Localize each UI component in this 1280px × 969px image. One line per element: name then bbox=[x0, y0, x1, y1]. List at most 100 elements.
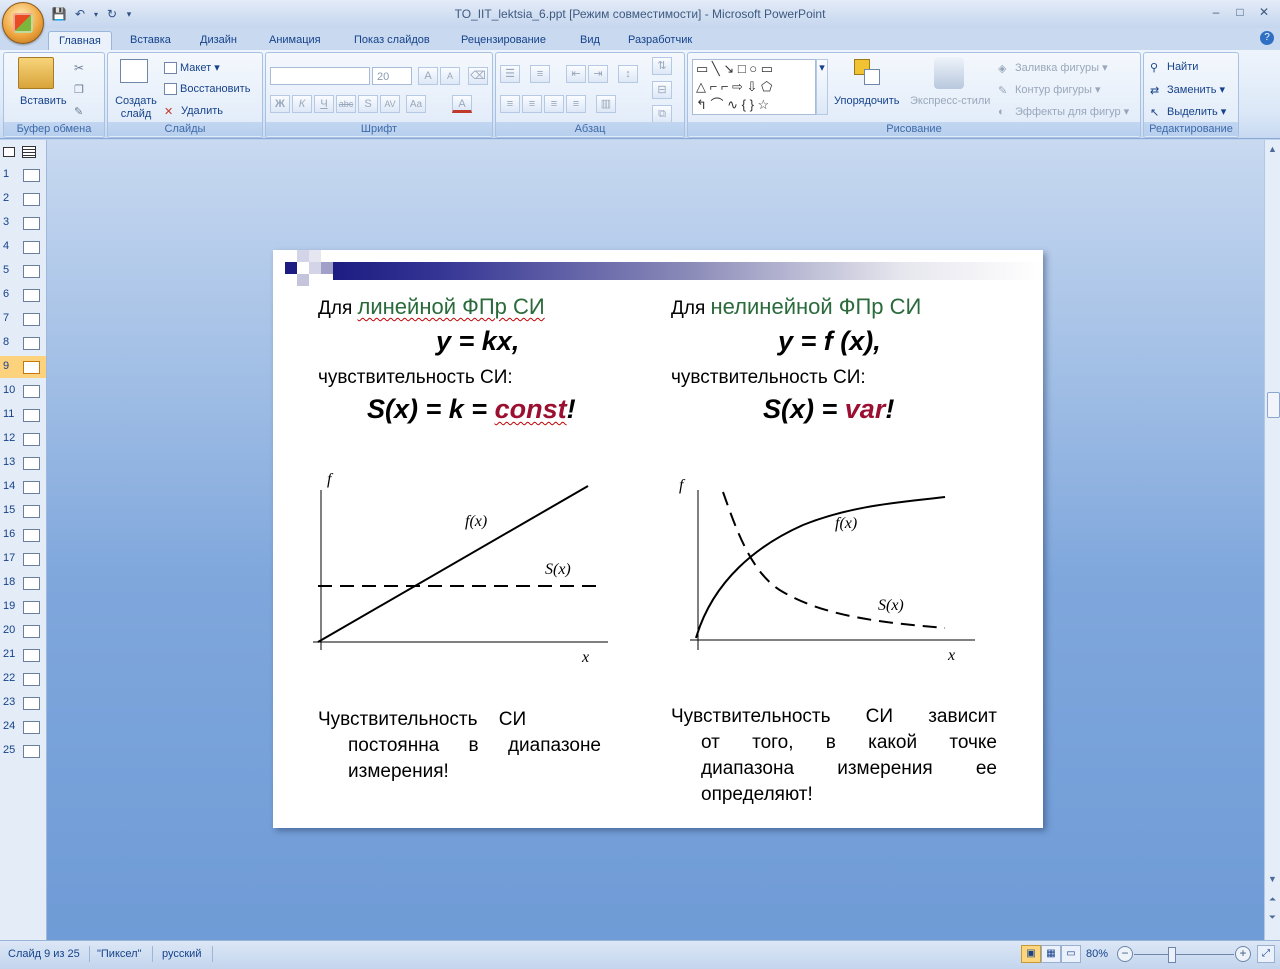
theme-name[interactable]: "Пиксел" bbox=[97, 948, 141, 960]
fit-to-window-icon[interactable]: ⤢ bbox=[1257, 945, 1275, 963]
tab-slideshow[interactable]: Показ слайдов bbox=[344, 31, 440, 50]
slideshow-view-icon[interactable]: ▭ bbox=[1061, 945, 1081, 963]
scroll-thumb[interactable] bbox=[1267, 392, 1280, 418]
slide-thumbnail[interactable]: 23 bbox=[0, 692, 46, 714]
slide-thumbnail[interactable]: 13 bbox=[0, 452, 46, 474]
slide-thumbnail[interactable]: 16 bbox=[0, 524, 46, 546]
quick-styles-icon[interactable] bbox=[934, 57, 964, 89]
find-button[interactable]: ⚲ Найти bbox=[1150, 61, 1198, 74]
close-button[interactable]: ✕ bbox=[1254, 3, 1274, 21]
slide-thumbnail[interactable]: 25 bbox=[0, 740, 46, 762]
font-color-icon[interactable]: A bbox=[452, 95, 472, 113]
maximize-button[interactable]: □ bbox=[1230, 3, 1250, 21]
paste-icon[interactable] bbox=[18, 57, 54, 89]
slide-thumbnail[interactable]: 5 bbox=[0, 260, 46, 282]
shrink-font-icon[interactable]: A bbox=[440, 67, 460, 85]
language[interactable]: русский bbox=[162, 948, 201, 960]
zoom-slider-track[interactable] bbox=[1134, 954, 1234, 955]
delete-slide-button[interactable]: ✕ Удалить bbox=[164, 105, 223, 118]
align-left-icon[interactable]: ≡ bbox=[500, 95, 520, 113]
normal-view-icon[interactable]: ▣ bbox=[1021, 945, 1041, 963]
replace-button[interactable]: ⇄ Заменить ▾ bbox=[1150, 83, 1225, 97]
tab-design[interactable]: Дизайн bbox=[190, 31, 247, 50]
layout-button[interactable]: Макет ▾ bbox=[164, 61, 220, 75]
slide-thumbnail[interactable]: 6 bbox=[0, 284, 46, 306]
slide-thumbnail[interactable]: 11 bbox=[0, 404, 46, 426]
line-spacing-icon[interactable]: ↕ bbox=[618, 65, 638, 83]
select-button[interactable]: ↖ Выделить ▾ bbox=[1150, 105, 1226, 119]
paste-button[interactable]: Вставить bbox=[20, 95, 67, 107]
align-right-icon[interactable]: ≡ bbox=[544, 95, 564, 113]
align-center-icon[interactable]: ≡ bbox=[522, 95, 542, 113]
next-slide-icon[interactable]: ⏷ bbox=[1267, 912, 1278, 924]
strikethrough-icon[interactable]: abc bbox=[336, 95, 356, 113]
new-slide-button[interactable]: Создать слайд bbox=[114, 95, 158, 121]
slide-thumbnail[interactable]: 3 bbox=[0, 212, 46, 234]
font-size-combo[interactable]: 20 bbox=[372, 67, 412, 85]
slides-tab-icon[interactable] bbox=[3, 147, 15, 157]
slide-thumbnail[interactable]: 7 bbox=[0, 308, 46, 330]
tab-review[interactable]: Рецензирование bbox=[451, 31, 556, 50]
arrange-icon[interactable] bbox=[852, 57, 884, 89]
shape-outline-button[interactable]: ✎ Контур фигуры ▾ bbox=[998, 83, 1101, 97]
columns-icon[interactable]: ▥ bbox=[596, 95, 616, 113]
shapes-more-icon[interactable]: ▾ bbox=[816, 59, 828, 115]
slide-thumbnail[interactable]: 8 bbox=[0, 332, 46, 354]
vertical-scrollbar[interactable]: ▲ ▼ ⏶ ⏷ bbox=[1264, 140, 1280, 940]
slide-thumbnail[interactable]: 18 bbox=[0, 572, 46, 594]
slide-thumbnail[interactable]: 4 bbox=[0, 236, 46, 258]
tab-view[interactable]: Вид bbox=[570, 31, 610, 50]
tab-home[interactable]: Главная bbox=[48, 31, 112, 51]
slide-thumbnail[interactable]: 2 bbox=[0, 188, 46, 210]
slide-thumbnail[interactable]: 20 bbox=[0, 620, 46, 642]
copy-icon[interactable]: ❐ bbox=[74, 83, 84, 96]
grow-font-icon[interactable]: A bbox=[418, 67, 438, 85]
slide-thumbnail[interactable]: 14 bbox=[0, 476, 46, 498]
underline-icon[interactable]: Ч bbox=[314, 95, 334, 113]
cut-icon[interactable]: ✂ bbox=[74, 61, 84, 75]
zoom-level[interactable]: 80% bbox=[1086, 948, 1108, 960]
slide-thumbnail[interactable]: 9 bbox=[0, 356, 46, 378]
slide-thumbnail[interactable]: 21 bbox=[0, 644, 46, 666]
slide-thumbnail[interactable]: 24 bbox=[0, 716, 46, 738]
text-direction-icon[interactable]: ⇅ bbox=[652, 57, 672, 75]
slide-thumbnail[interactable]: 19 bbox=[0, 596, 46, 618]
italic-icon[interactable]: К bbox=[292, 95, 312, 113]
shape-effects-button[interactable]: ◐ Эффекты для фигур ▾ bbox=[998, 105, 1129, 118]
prev-slide-icon[interactable]: ⏶ bbox=[1267, 894, 1278, 906]
spacing-icon[interactable]: AV bbox=[380, 95, 400, 113]
outline-tab-icon[interactable] bbox=[22, 146, 36, 158]
align-text-icon[interactable]: ⊟ bbox=[652, 81, 672, 99]
bullets-icon[interactable]: ☰ bbox=[500, 65, 520, 83]
slide-thumbnail[interactable]: 15 bbox=[0, 500, 46, 522]
shape-fill-button[interactable]: ◈ Заливка фигуры ▾ bbox=[998, 61, 1108, 75]
justify-icon[interactable]: ≡ bbox=[566, 95, 586, 113]
bold-icon[interactable]: Ж bbox=[270, 95, 290, 113]
slide-thumbnail[interactable]: 1 bbox=[0, 164, 46, 186]
slide-canvas[interactable]: Для линейной ФПр СИ y = kx, чувствительн… bbox=[273, 250, 1043, 828]
slide-thumbnail[interactable]: 17 bbox=[0, 548, 46, 570]
zoom-out-icon[interactable]: − bbox=[1117, 946, 1133, 962]
new-slide-icon[interactable] bbox=[120, 59, 148, 83]
format-painter-icon[interactable]: ✎ bbox=[74, 105, 83, 118]
arrange-button[interactable]: Упорядочить bbox=[834, 95, 899, 107]
font-name-combo[interactable] bbox=[270, 67, 370, 85]
tab-developer[interactable]: Разработчик bbox=[618, 31, 702, 50]
sorter-view-icon[interactable]: ▦ bbox=[1041, 945, 1061, 963]
scroll-down-icon[interactable]: ▼ bbox=[1267, 874, 1278, 886]
slide-thumbnail[interactable]: 12 bbox=[0, 428, 46, 450]
tab-insert[interactable]: Вставка bbox=[120, 31, 181, 50]
scroll-up-icon[interactable]: ▲ bbox=[1267, 144, 1278, 156]
numbering-icon[interactable]: ≡ bbox=[530, 65, 550, 83]
zoom-in-icon[interactable]: + bbox=[1235, 946, 1251, 962]
shadow-icon[interactable]: S bbox=[358, 95, 378, 113]
zoom-slider-thumb[interactable] bbox=[1168, 947, 1176, 963]
clear-format-icon[interactable]: ⌫ bbox=[468, 67, 488, 85]
minimize-button[interactable]: – bbox=[1206, 3, 1226, 21]
quick-styles-button[interactable]: Экспресс-стили bbox=[910, 95, 990, 107]
slide-thumbnail[interactable]: 22 bbox=[0, 668, 46, 690]
reset-button[interactable]: Восстановить bbox=[164, 83, 250, 96]
decrease-indent-icon[interactable]: ⇤ bbox=[566, 65, 586, 83]
office-button[interactable] bbox=[2, 2, 44, 44]
slide-thumbnail[interactable]: 10 bbox=[0, 380, 46, 402]
